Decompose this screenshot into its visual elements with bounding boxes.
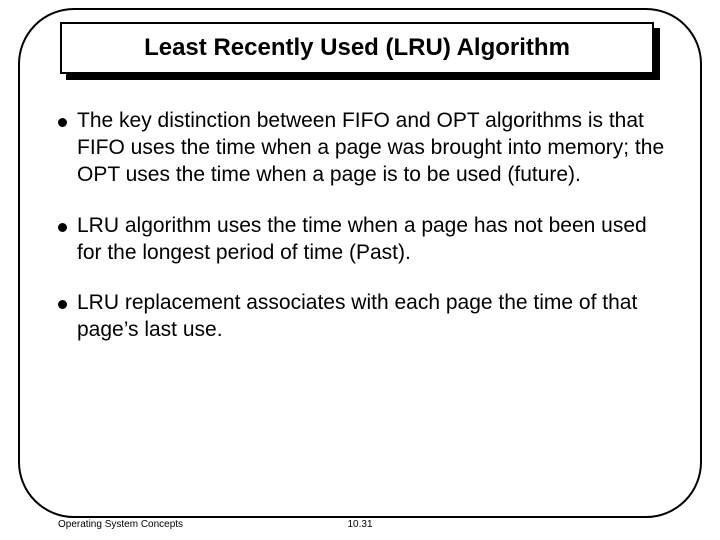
title-box: Least Recently Used (LRU) Algorithm — [60, 22, 654, 74]
bullet-text: The key distinction between FIFO and OPT… — [77, 108, 668, 189]
footer-page-number: 10.31 — [0, 519, 720, 530]
slide: Least Recently Used (LRU) Algorithm The … — [0, 0, 720, 540]
list-item: LRU replacement associates with each pag… — [58, 290, 668, 344]
bullet-text: LRU replacement associates with each pag… — [77, 290, 668, 344]
content-area: The key distinction between FIFO and OPT… — [58, 108, 668, 368]
bullet-icon — [58, 223, 67, 232]
bullet-icon — [58, 118, 67, 127]
list-item: LRU algorithm uses the time when a page … — [58, 213, 668, 267]
title-container: Least Recently Used (LRU) Algorithm — [60, 22, 660, 78]
bullet-text: LRU algorithm uses the time when a page … — [77, 213, 668, 267]
bullet-icon — [58, 300, 67, 309]
list-item: The key distinction between FIFO and OPT… — [58, 108, 668, 189]
slide-title: Least Recently Used (LRU) Algorithm — [144, 34, 570, 62]
